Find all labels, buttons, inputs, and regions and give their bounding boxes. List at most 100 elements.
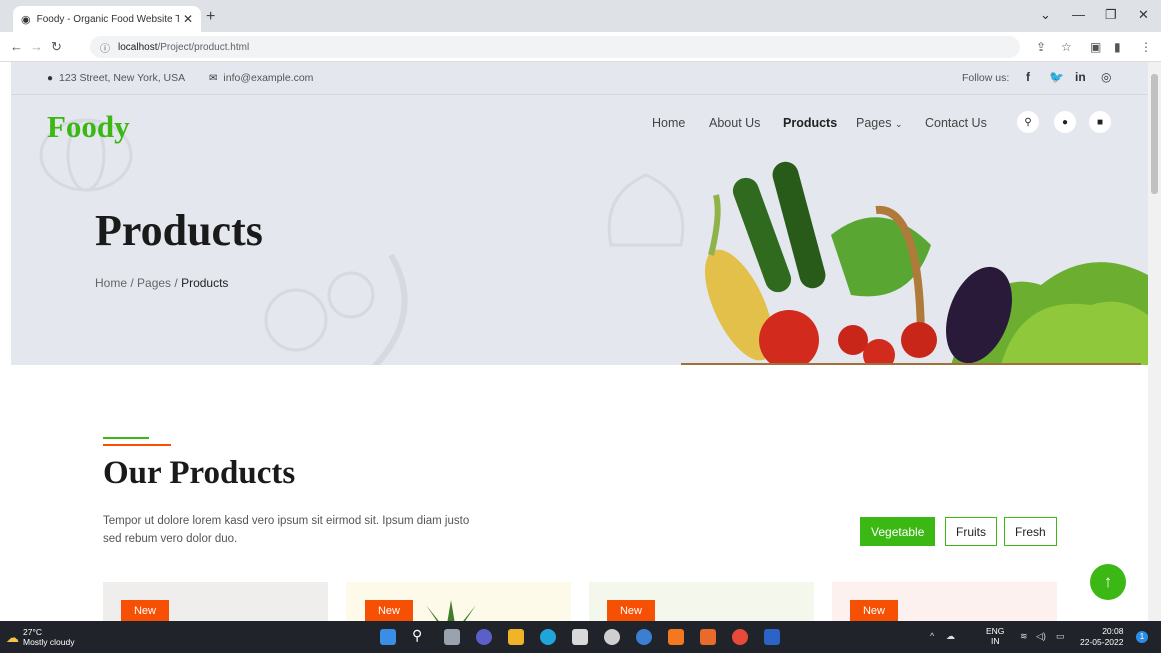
nav-contact[interactable]: Contact Us — [925, 116, 987, 130]
vegetable-leaf-image — [917, 610, 967, 621]
facebook-icon[interactable]: f — [1026, 70, 1030, 84]
weather-widget[interactable]: 27°C Mostly cloudy — [23, 627, 75, 647]
url-input[interactable]: ⓘ localhost /Project/product.html — [90, 36, 1020, 58]
address-text: 123 Street, New York, USA — [59, 72, 186, 84]
product-card[interactable]: New — [103, 582, 328, 621]
wifi-icon[interactable]: ≋ — [1020, 631, 1028, 642]
nav-about[interactable]: About Us — [709, 116, 760, 130]
product-card[interactable]: New — [832, 582, 1057, 621]
extension-icon[interactable]: ▮ — [1114, 40, 1121, 54]
envelope-icon: ✉ — [209, 72, 218, 84]
url-path: /Project/product.html — [157, 41, 250, 53]
app-icon[interactable] — [636, 629, 652, 645]
filter-fruits-button[interactable]: Fruits — [945, 517, 997, 546]
language-indicator[interactable]: ENG IN — [986, 626, 1004, 646]
volume-icon[interactable]: ◁) — [1036, 631, 1046, 642]
word-icon[interactable] — [764, 629, 780, 645]
edge-browser-icon[interactable] — [540, 629, 556, 645]
system-clock[interactable]: 20:08 22-05-2022 — [1080, 626, 1123, 648]
section-description: Tempor ut dolore lorem kasd vero ipsum s… — [103, 515, 470, 545]
nav-products[interactable]: Products — [783, 116, 837, 130]
temperature: 27°C — [23, 627, 42, 637]
back-icon[interactable]: ← — [10, 39, 23, 54]
new-tab-button[interactable]: + — [206, 8, 215, 26]
linkedin-icon[interactable]: in — [1075, 70, 1086, 84]
site-logo[interactable]: Foody — [47, 109, 130, 145]
product-card[interactable]: New — [589, 582, 814, 621]
bookmark-star-icon[interactable]: ☆ — [1061, 40, 1072, 54]
task-view-icon[interactable] — [444, 629, 460, 645]
section-divider-orange — [103, 444, 171, 446]
chevron-down-icon: ⌄ — [894, 119, 903, 129]
clock-date: 22-05-2022 — [1080, 637, 1124, 647]
filter-fresh-button[interactable]: Fresh — [1004, 517, 1057, 546]
github-icon[interactable] — [604, 629, 620, 645]
shopping-bag-icon[interactable]: ■ — [1089, 111, 1111, 133]
search-icon[interactable]: ⚲ — [1017, 111, 1039, 133]
breadcrumb: Home / Pages / Products — [95, 276, 228, 290]
breadcrumb-home[interactable]: Home — [95, 276, 127, 290]
notification-badge[interactable]: 1 — [1136, 631, 1148, 643]
email-text: info@example.com — [223, 72, 314, 84]
site-info-icon[interactable]: ⓘ — [100, 40, 110, 55]
product-card[interactable]: New — [346, 582, 571, 621]
battery-icon[interactable]: ▭ — [1056, 631, 1065, 642]
sublime-text-icon[interactable] — [700, 629, 716, 645]
section-divider-green — [103, 437, 149, 439]
instagram-icon[interactable]: ◎ — [1101, 70, 1111, 84]
browser-tab[interactable]: ◉ Foody - Organic Food Website Te ✕ — [13, 6, 201, 32]
pineapple-leaves-image — [426, 600, 476, 621]
new-badge: New — [607, 600, 655, 621]
contact-topbar: ● 123 Street, New York, USA ✉ info@examp… — [11, 62, 1148, 95]
restore-icon[interactable]: ❐ — [1105, 7, 1117, 23]
page-scrollbar[interactable] — [1148, 62, 1161, 621]
forward-icon[interactable]: → — [30, 39, 43, 54]
address-info: ● 123 Street, New York, USA — [47, 72, 185, 84]
section-title: Our Products — [103, 455, 296, 491]
back-to-top-button[interactable]: ↑ — [1090, 564, 1126, 600]
page-title: Products — [95, 206, 263, 255]
share-icon[interactable]: ⇪ — [1036, 40, 1046, 54]
xampp-icon[interactable] — [668, 629, 684, 645]
breadcrumb-pages[interactable]: Pages — [137, 276, 171, 290]
menu-dots-icon[interactable]: ⋮ — [1140, 40, 1152, 54]
filter-vegetable-button[interactable]: Vegetable — [860, 517, 936, 546]
window-close-icon[interactable]: ✕ — [1138, 7, 1149, 23]
chevron-up-icon[interactable]: ^ — [930, 631, 934, 641]
weather-cloud-icon[interactable]: ☁ — [6, 630, 19, 646]
url-host: localhost — [118, 41, 158, 53]
chrome-icon[interactable] — [732, 629, 748, 645]
twitter-icon[interactable]: 🐦 — [1049, 70, 1064, 84]
breadcrumb-current: Products — [181, 276, 229, 290]
web-page: ● 123 Street, New York, USA ✉ info@examp… — [11, 62, 1148, 621]
page-header-hero: Foody Home About Us Products Pages ⌄ Con… — [11, 95, 1148, 365]
file-explorer-icon[interactable] — [508, 629, 524, 645]
vegetable-basket-image — [681, 161, 1148, 365]
onedrive-cloud-icon[interactable]: ☁ — [946, 631, 955, 642]
email-info: ✉ info@example.com — [209, 72, 313, 84]
close-tab-icon[interactable]: ✕ — [183, 12, 193, 26]
nav-pages-label: Pages — [856, 116, 892, 130]
store-icon[interactable] — [572, 629, 588, 645]
new-badge: New — [850, 600, 898, 621]
weather-text: Mostly cloudy — [23, 637, 75, 647]
browser-tab-strip: ◉ Foody - Organic Food Website Te ✕ + ⌄ … — [0, 0, 1161, 32]
tab-title: Foody - Organic Food Website Te — [36, 13, 179, 25]
region-code: IN — [990, 636, 1000, 646]
sidepanel-icon[interactable]: ▣ — [1090, 40, 1101, 54]
search-icon[interactable]: ⚲ — [412, 627, 422, 644]
nav-pages[interactable]: Pages ⌄ — [856, 116, 902, 130]
new-badge: New — [121, 600, 169, 621]
teams-chat-icon[interactable] — [476, 629, 492, 645]
address-bar-row: ← → ↻ ⓘ localhost /Project/product.html … — [0, 32, 1161, 62]
tab-search-icon[interactable]: ⌄ — [1040, 7, 1051, 23]
globe-icon: ◉ — [21, 13, 31, 26]
nav-home[interactable]: Home — [652, 116, 685, 130]
minimize-icon[interactable]: — — [1072, 7, 1085, 22]
scrollbar-thumb[interactable] — [1151, 74, 1158, 194]
windows-start-icon[interactable] — [380, 629, 396, 645]
follow-label: Follow us: — [962, 72, 1010, 84]
user-icon[interactable]: ● — [1054, 111, 1076, 133]
language-code: ENG — [986, 626, 1005, 636]
reload-icon[interactable]: ↻ — [51, 39, 62, 55]
